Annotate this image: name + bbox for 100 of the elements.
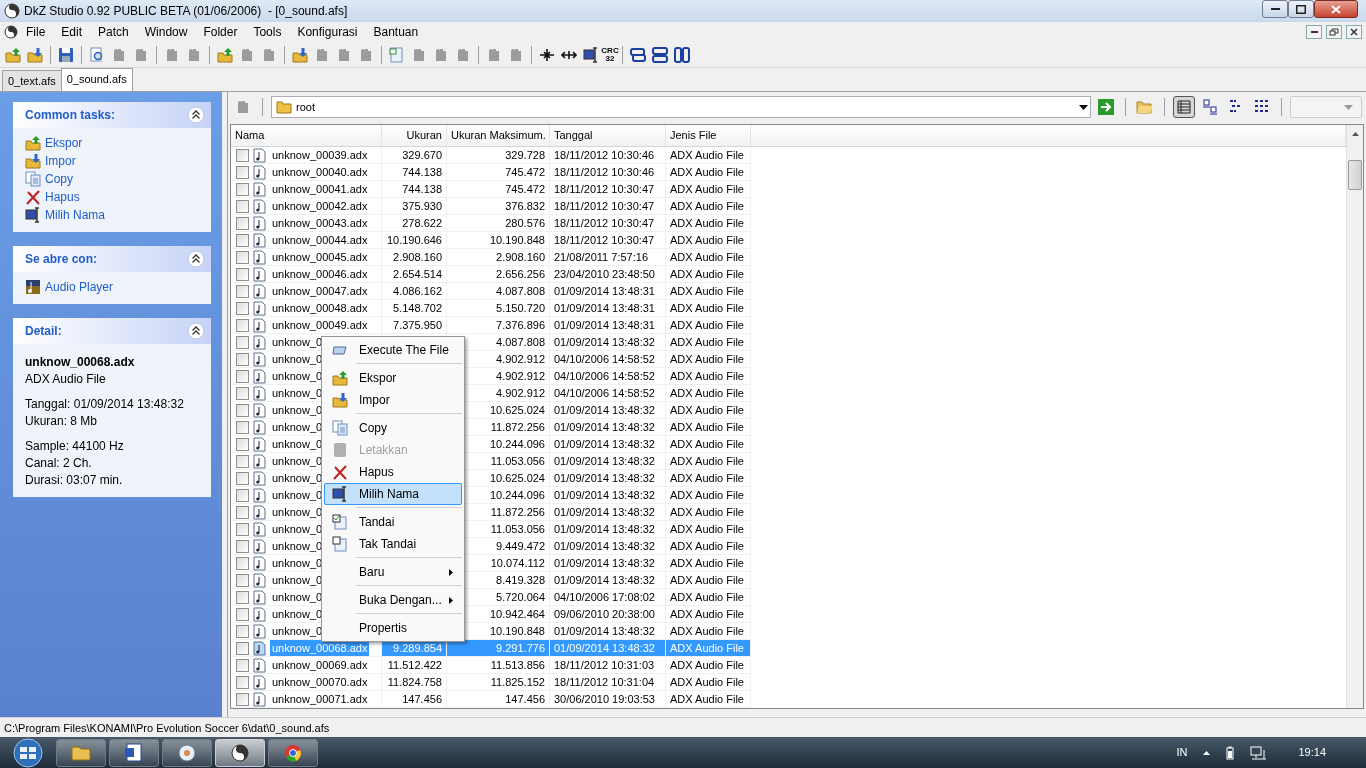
- column-header[interactable]: Ukuran: [382, 125, 447, 147]
- file-name-cell[interactable]: unknow_00041.adx: [270, 181, 370, 197]
- file-name-cell[interactable]: unknow_0: [270, 555, 325, 571]
- row-checkbox[interactable]: [236, 556, 249, 570]
- mdi-restore-button[interactable]: [1326, 25, 1342, 39]
- file-name-cell[interactable]: unknow_00043.adx: [270, 215, 370, 231]
- collapse-button[interactable]: [187, 106, 205, 124]
- row-checkbox[interactable]: [236, 692, 249, 706]
- row-checkbox[interactable]: [236, 590, 249, 604]
- column-header[interactable]: Tanggal: [550, 125, 666, 147]
- task-link[interactable]: Milih Nama: [45, 206, 105, 224]
- column-header[interactable]: Ukuran Maksimum.: [447, 125, 550, 147]
- row-checkbox[interactable]: [236, 352, 249, 366]
- collapse-button[interactable]: [187, 250, 205, 268]
- taskbar-button[interactable]: [109, 738, 159, 767]
- file-name-cell[interactable]: unknow_0: [270, 538, 325, 554]
- file-name-cell[interactable]: unknow_00049.adx: [270, 317, 370, 333]
- row-checkbox[interactable]: [236, 403, 249, 417]
- maximize-button[interactable]: [1288, 0, 1314, 18]
- row-checkbox[interactable]: [236, 301, 249, 315]
- file-name-cell[interactable]: unknow_0: [270, 453, 325, 469]
- crc-button[interactable]: CRC 32: [602, 43, 618, 66]
- file-name-cell[interactable]: unknow_00042.adx: [270, 198, 370, 214]
- file-name-cell[interactable]: unknow_0: [270, 419, 325, 435]
- context-menu-item[interactable]: Milih Nama: [324, 483, 462, 505]
- file-name-cell[interactable]: unknow_00047.adx: [270, 283, 370, 299]
- file-name-cell[interactable]: unknow_0: [270, 351, 325, 367]
- row-checkbox[interactable]: [236, 624, 249, 638]
- clock[interactable]: 19:14: [1298, 744, 1326, 761]
- file-name-cell[interactable]: unknow_0: [270, 606, 325, 622]
- file-name-cell[interactable]: unknow_00040.adx: [270, 164, 370, 180]
- row-checkbox[interactable]: [236, 471, 249, 485]
- task-link[interactable]: Hapus: [45, 188, 80, 206]
- file-name-cell[interactable]: unknow_0: [270, 589, 325, 605]
- row-checkbox[interactable]: [236, 437, 249, 451]
- battery-icon[interactable]: [1226, 745, 1235, 760]
- row-checkbox[interactable]: [236, 573, 249, 587]
- row-checkbox[interactable]: [236, 641, 249, 655]
- file-name-cell[interactable]: unknow_0: [270, 504, 325, 520]
- file-name-cell[interactable]: unknow_00071.adx: [270, 691, 370, 707]
- taskbar-button[interactable]: [215, 738, 265, 767]
- scrollbar-thumb[interactable]: [1348, 160, 1362, 190]
- task-link[interactable]: Impor: [45, 152, 76, 170]
- view-button[interactable]: [1173, 96, 1195, 118]
- row-checkbox[interactable]: [236, 165, 249, 179]
- row-checkbox[interactable]: [236, 488, 249, 502]
- go-button[interactable]: [1095, 96, 1117, 118]
- path-combobox[interactable]: root: [271, 96, 1091, 118]
- mdi-close-button[interactable]: [1346, 25, 1362, 39]
- file-name-cell[interactable]: unknow_00046.adx: [270, 266, 370, 282]
- document-tab[interactable]: 0_text.afs: [2, 69, 62, 91]
- file-name-cell[interactable]: unknow_00039.adx: [270, 147, 370, 163]
- file-name-cell[interactable]: unknow_00069.adx: [270, 657, 370, 673]
- menu-item[interactable]: Konfigurasi: [289, 22, 366, 42]
- file-name-cell[interactable]: unknow_0: [270, 470, 325, 486]
- file-name-cell[interactable]: unknow_0: [270, 436, 325, 452]
- row-checkbox[interactable]: [236, 454, 249, 468]
- row-checkbox[interactable]: [236, 233, 249, 247]
- task-link[interactable]: Copy: [45, 170, 73, 188]
- row-checkbox[interactable]: [236, 335, 249, 349]
- file-name-cell[interactable]: unknow_0: [270, 623, 325, 639]
- file-name-cell[interactable]: unknow_0: [270, 572, 325, 588]
- file-name-cell[interactable]: unknow_0: [270, 402, 325, 418]
- menu-item[interactable]: Folder: [195, 22, 246, 42]
- column-header[interactable]: Nama: [231, 125, 382, 147]
- task-link[interactable]: Ekspor: [45, 134, 83, 152]
- row-checkbox[interactable]: [236, 386, 249, 400]
- row-checkbox[interactable]: [236, 267, 249, 281]
- app-menu-icon[interactable]: [4, 25, 18, 39]
- language-indicator[interactable]: IN: [1176, 744, 1188, 761]
- row-checkbox[interactable]: [236, 199, 249, 213]
- close-button[interactable]: [1314, 0, 1358, 18]
- show-hidden-icons-icon[interactable]: [1203, 750, 1211, 755]
- file-name-cell[interactable]: unknow_00048.adx: [270, 300, 370, 316]
- menu-item[interactable]: Edit: [53, 22, 91, 42]
- menu-item[interactable]: Window: [136, 22, 196, 42]
- menu-item[interactable]: Bantuan: [365, 22, 427, 42]
- collapse-button[interactable]: [187, 322, 205, 340]
- file-name-cell[interactable]: unknow_0: [270, 521, 325, 537]
- row-checkbox[interactable]: [236, 318, 249, 332]
- row-checkbox[interactable]: [236, 539, 249, 553]
- row-checkbox[interactable]: [236, 284, 249, 298]
- vertical-scrollbar[interactable]: [1346, 125, 1363, 708]
- row-checkbox[interactable]: [236, 250, 249, 264]
- row-checkbox[interactable]: [236, 420, 249, 434]
- minimize-button[interactable]: [1262, 0, 1288, 18]
- taskbar-button[interactable]: [268, 738, 318, 767]
- row-checkbox[interactable]: [236, 182, 249, 196]
- row-checkbox[interactable]: [236, 658, 249, 672]
- column-header[interactable]: Jenis File: [666, 125, 751, 147]
- file-name-cell[interactable]: unknow_00044.adx: [270, 232, 370, 248]
- menu-item[interactable]: File: [18, 22, 54, 42]
- file-name-cell[interactable]: unknow_0: [270, 487, 325, 503]
- row-checkbox[interactable]: [236, 522, 249, 536]
- menu-item[interactable]: Tools: [245, 22, 290, 42]
- taskbar-button[interactable]: [56, 738, 106, 767]
- file-name-cell[interactable]: unknow_0: [270, 334, 325, 350]
- row-checkbox[interactable]: [236, 216, 249, 230]
- row-checkbox[interactable]: [236, 148, 249, 162]
- task-link[interactable]: Audio Player: [45, 278, 114, 296]
